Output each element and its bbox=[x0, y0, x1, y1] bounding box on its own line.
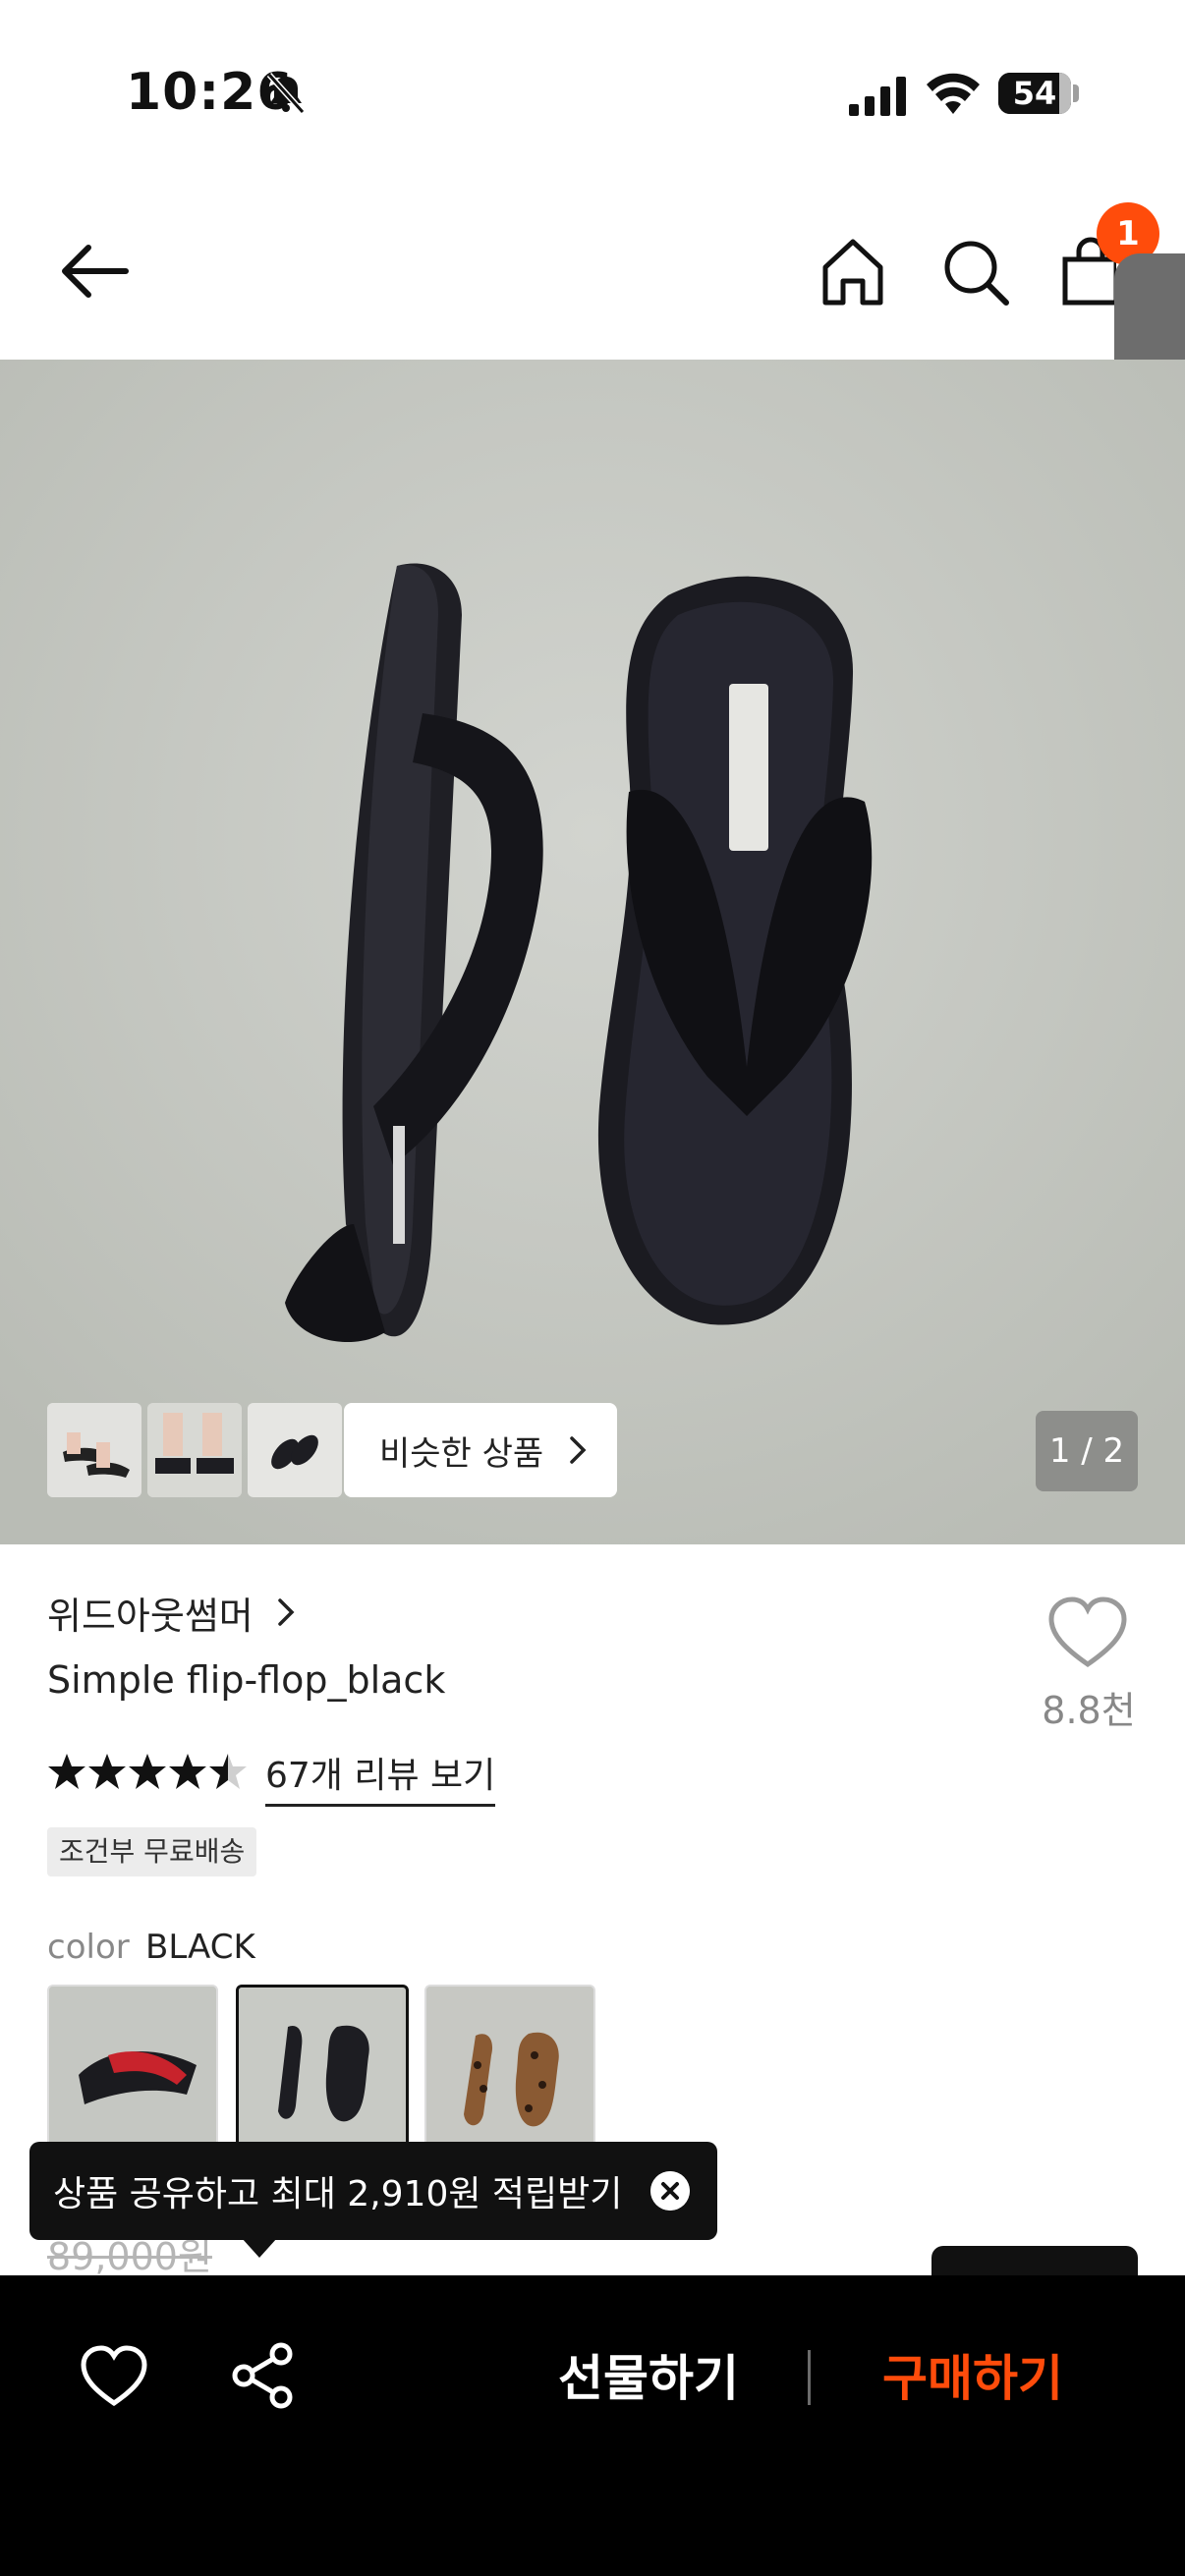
similar-products-button[interactable]: 비슷한 상품 bbox=[344, 1403, 617, 1497]
share-reward-text: 상품 공유하고 최대 2,910원 적립받기 bbox=[53, 2174, 623, 2214]
heart-outline-icon[interactable] bbox=[1045, 1594, 1130, 1672]
bell-muted-icon bbox=[266, 72, 306, 115]
sandals-photo bbox=[0, 360, 1185, 1544]
chevron-right-icon bbox=[278, 1598, 295, 1626]
thumbnail-image bbox=[248, 1403, 342, 1497]
color-swatch-black[interactable] bbox=[236, 1985, 409, 2156]
image-page-counter: 1 / 2 bbox=[1036, 1411, 1138, 1491]
similar-products-label: 비슷한 상품 bbox=[379, 1434, 544, 1474]
swatch-image bbox=[239, 1988, 402, 2149]
thumbnail-1[interactable] bbox=[47, 1403, 141, 1497]
battery-indicator: 54 bbox=[998, 73, 1071, 114]
color-swatch-leopard[interactable] bbox=[424, 1985, 595, 2154]
bottom-action-bar bbox=[0, 2275, 1185, 2576]
rating-stars bbox=[48, 1754, 247, 1789]
tooltip-arrow bbox=[242, 2238, 277, 2258]
heart-outline-icon[interactable] bbox=[79, 2344, 149, 2409]
search-icon[interactable] bbox=[933, 232, 1016, 310]
reviews-link[interactable]: 67개 리뷰 보기 bbox=[265, 1747, 496, 1807]
chevron-right-icon bbox=[570, 1436, 587, 1464]
color-label: color bbox=[47, 1928, 130, 1967]
product-title: Simple flip-flop_black bbox=[47, 1658, 446, 1702]
shipping-badge: 조건부 무료배송 bbox=[47, 1827, 257, 1876]
thumbnail-image bbox=[47, 1403, 141, 1497]
battery-level: 54 bbox=[1012, 75, 1057, 112]
cellular-signal-icon bbox=[849, 77, 906, 116]
battery-cap bbox=[1073, 84, 1079, 102]
color-swatch-red[interactable] bbox=[47, 1985, 218, 2154]
brand-name: 위드아웃썸머 bbox=[47, 1595, 254, 1638]
share-icon[interactable] bbox=[228, 2340, 299, 2411]
gift-button[interactable]: 선물하기 bbox=[511, 2334, 786, 2423]
share-reward-tooltip: 상품 공유하고 최대 2,910원 적립받기 bbox=[29, 2142, 717, 2240]
selected-color: BLACK bbox=[145, 1928, 255, 1967]
thumbnail-image bbox=[147, 1403, 242, 1497]
wifi-icon bbox=[927, 73, 980, 114]
buy-button[interactable]: 구매하기 bbox=[845, 2334, 1100, 2423]
home-icon[interactable] bbox=[812, 232, 894, 310]
swatch-image bbox=[49, 1987, 216, 2152]
thumbnail-2[interactable] bbox=[147, 1403, 242, 1497]
like-count: 8.8천 bbox=[1042, 1689, 1136, 1732]
swatch-image bbox=[426, 1987, 593, 2152]
product-image[interactable] bbox=[0, 360, 1185, 1544]
back-arrow-icon[interactable] bbox=[49, 228, 143, 314]
thumbnail-3[interactable] bbox=[248, 1403, 342, 1497]
bottom-bar-divider bbox=[808, 2350, 811, 2405]
close-icon[interactable] bbox=[650, 2171, 690, 2211]
